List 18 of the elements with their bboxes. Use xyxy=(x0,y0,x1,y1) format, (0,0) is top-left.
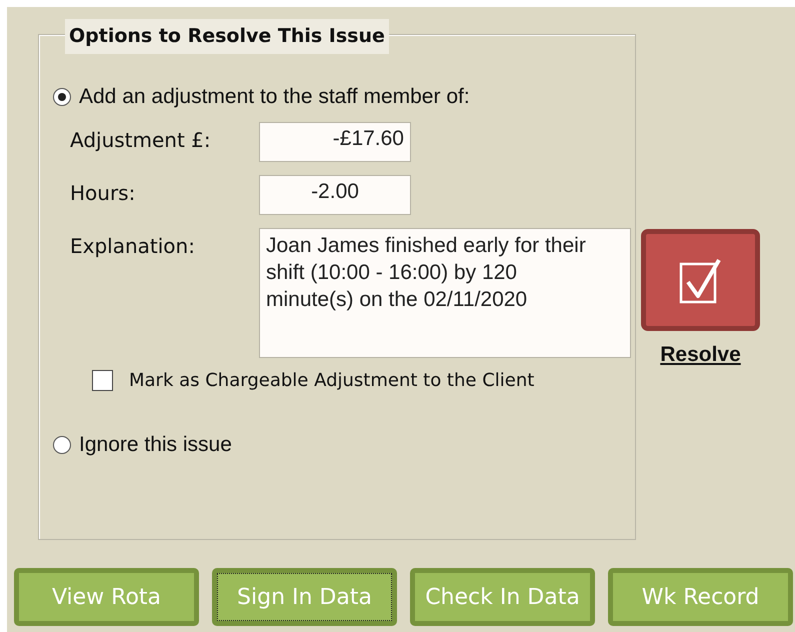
radio-button[interactable] xyxy=(53,436,71,454)
radio-option[interactable]: Add an adjustment to the staff member of: xyxy=(53,85,635,109)
checkbox[interactable] xyxy=(92,370,113,391)
radio-label: Add an adjustment to the staff member of: xyxy=(79,85,470,109)
group-title: Options to Resolve This Issue xyxy=(65,19,389,54)
explanation-field[interactable]: Joan James finished early for their shift (10:00 - 16:00) by 120 minute(s) on the 02/11/2020 xyxy=(259,228,631,358)
checkbox-tick-icon xyxy=(678,256,722,304)
checkbox-label: Mark as Chargeable Adjustment to the Client xyxy=(129,370,534,391)
input-field[interactable]: -£17.60 xyxy=(259,122,411,162)
resolve-button[interactable] xyxy=(641,229,760,331)
field-label: Explanation: xyxy=(70,233,196,258)
resolve-link[interactable]: Resolve xyxy=(660,343,741,367)
radio-label: Ignore this issue xyxy=(79,433,232,457)
field-label: Hours: xyxy=(70,180,136,205)
input-field[interactable]: -2.00 xyxy=(259,175,411,215)
radio-button[interactable] xyxy=(53,88,71,106)
radio-option[interactable]: Ignore this issue xyxy=(53,433,635,457)
field-label: Adjustment £: xyxy=(70,127,212,152)
